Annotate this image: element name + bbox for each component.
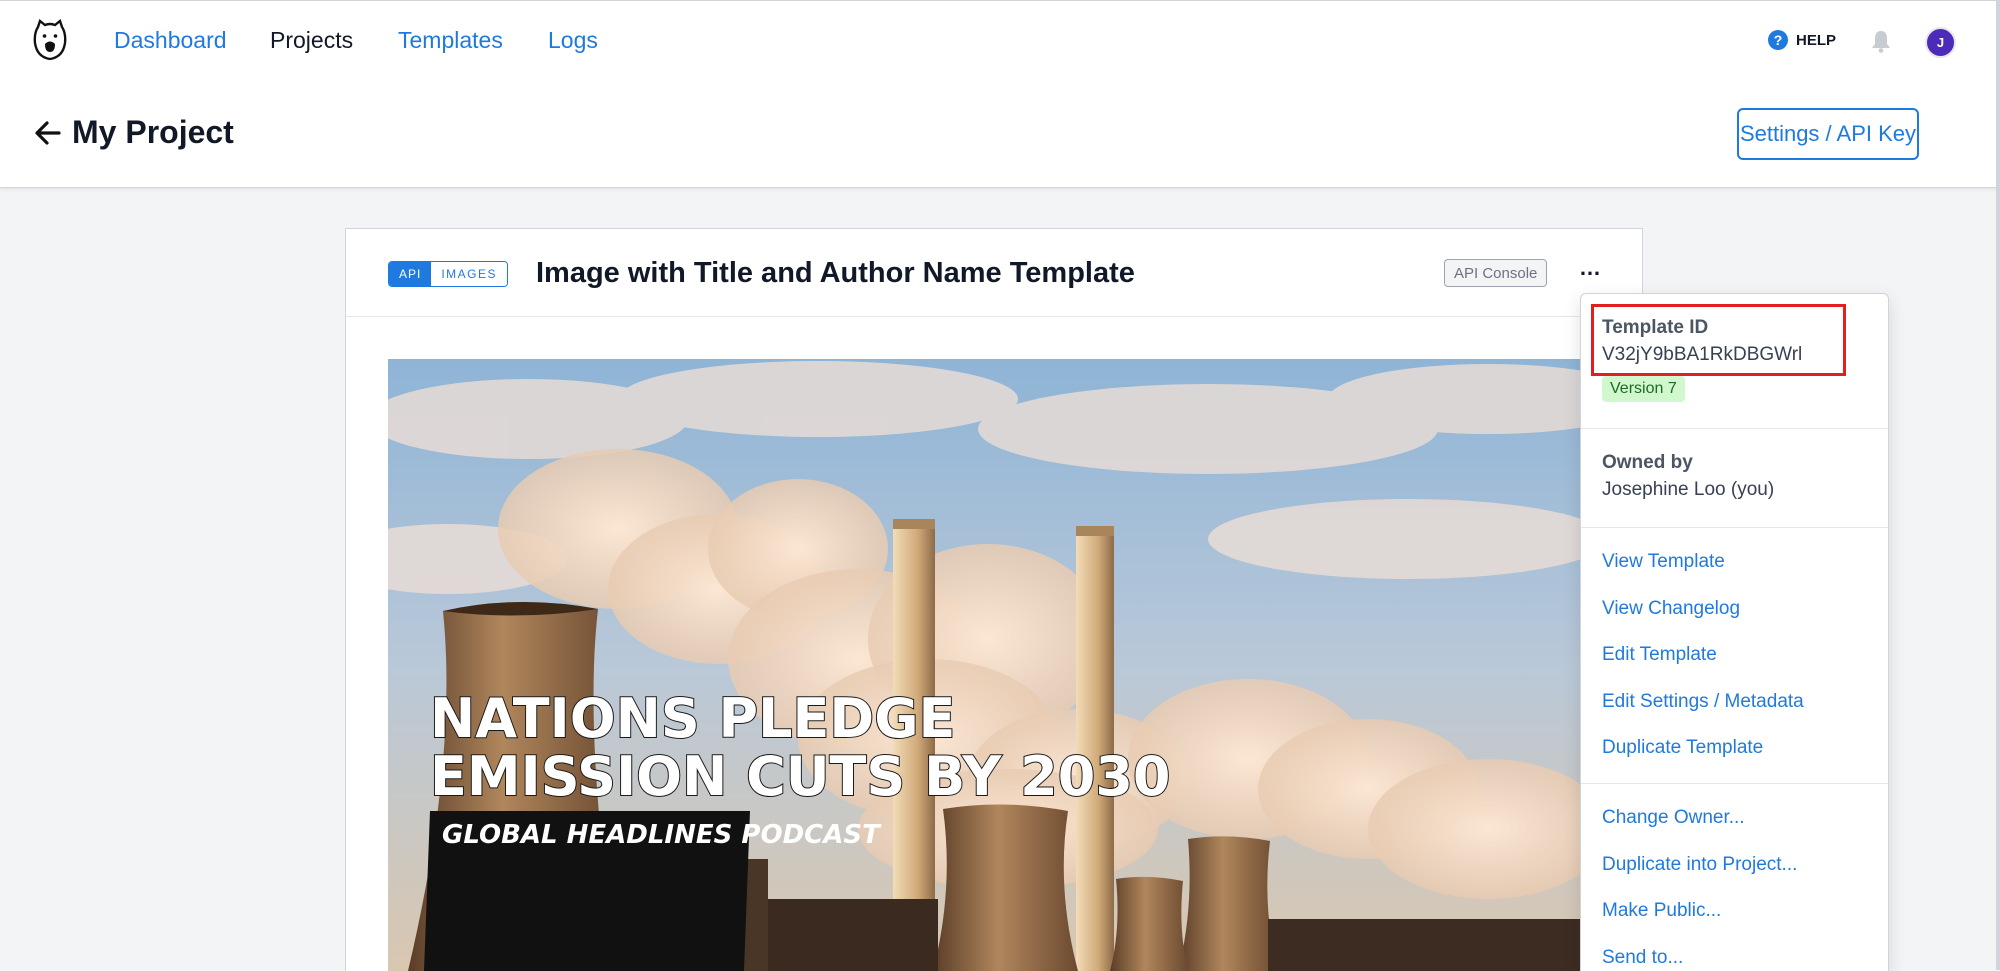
help-button[interactable]: ? HELP bbox=[1768, 30, 1836, 50]
back-arrow-icon[interactable] bbox=[34, 119, 62, 147]
user-avatar[interactable]: J bbox=[1925, 27, 1956, 58]
nav-templates[interactable]: Templates bbox=[398, 27, 503, 54]
highlight-box bbox=[1591, 304, 1846, 376]
template-options-menu: Template ID V32jY9bBA1RkDBGWrl Version 7… bbox=[1580, 293, 1889, 971]
headline-line-2: EMISSION CUTS BY 2030 bbox=[430, 745, 1170, 808]
help-icon: ? bbox=[1768, 30, 1788, 50]
top-navbar: Dashboard Projects Templates Logs ? HELP… bbox=[0, 0, 1996, 80]
page-scrollbar[interactable] bbox=[1996, 0, 2000, 970]
help-label: HELP bbox=[1796, 32, 1836, 49]
nav-projects[interactable]: Projects bbox=[270, 27, 353, 54]
menu-duplicate-into-project[interactable]: Duplicate into Project... bbox=[1581, 842, 1888, 889]
menu-duplicate-template[interactable]: Duplicate Template bbox=[1581, 725, 1888, 772]
card-header: API IMAGES Image with Title and Author N… bbox=[346, 229, 1642, 317]
headline-line-1: NATIONS PLEDGE bbox=[430, 687, 955, 750]
template-type-badge: API IMAGES bbox=[388, 261, 508, 287]
nav-dashboard[interactable]: Dashboard bbox=[114, 27, 227, 54]
menu-change-owner[interactable]: Change Owner... bbox=[1581, 795, 1888, 842]
menu-send-to[interactable]: Send to... bbox=[1581, 935, 1888, 971]
version-badge: Version 7 bbox=[1602, 376, 1685, 402]
template-card: API IMAGES Image with Title and Author N… bbox=[345, 228, 1643, 971]
menu-edit-template[interactable]: Edit Template bbox=[1581, 632, 1888, 679]
more-options-icon[interactable]: … bbox=[1578, 263, 1602, 283]
template-title: Image with Title and Author Name Templat… bbox=[536, 257, 1135, 290]
template-id-section: Template ID V32jY9bBA1RkDBGWrl Version 7 bbox=[1581, 294, 1888, 429]
project-actions-section: Change Owner... Duplicate into Project..… bbox=[1581, 784, 1888, 971]
menu-view-changelog[interactable]: View Changelog bbox=[1581, 586, 1888, 633]
api-console-button[interactable]: API Console bbox=[1444, 259, 1547, 287]
bell-icon[interactable] bbox=[1870, 29, 1892, 53]
page-title: My Project bbox=[72, 114, 234, 151]
owned-by-label: Owned by bbox=[1602, 452, 1867, 474]
power-plant-illustration: NATIONS PLEDGE EMISSION CUTS BY 2030 GLO… bbox=[388, 359, 1601, 971]
owner-section: Owned by Josephine Loo (you) bbox=[1581, 429, 1888, 528]
bear-logo-icon[interactable] bbox=[32, 19, 68, 61]
badge-api: API bbox=[389, 262, 431, 286]
badge-images: IMAGES bbox=[431, 262, 507, 286]
template-actions-section: View Template View Changelog Edit Templa… bbox=[1581, 528, 1888, 784]
menu-make-public[interactable]: Make Public... bbox=[1581, 888, 1888, 935]
page-header: My Project Settings / API Key bbox=[0, 79, 1996, 188]
menu-view-template[interactable]: View Template bbox=[1581, 539, 1888, 586]
template-preview-image: NATIONS PLEDGE EMISSION CUTS BY 2030 GLO… bbox=[388, 359, 1601, 971]
settings-api-key-button[interactable]: Settings / API Key bbox=[1737, 108, 1919, 160]
nav-logs[interactable]: Logs bbox=[548, 27, 598, 54]
menu-edit-settings-metadata[interactable]: Edit Settings / Metadata bbox=[1581, 679, 1888, 726]
podcast-tagline: GLOBAL HEADLINES PODCAST bbox=[442, 820, 882, 850]
owned-by-value: Josephine Loo (you) bbox=[1602, 479, 1867, 501]
